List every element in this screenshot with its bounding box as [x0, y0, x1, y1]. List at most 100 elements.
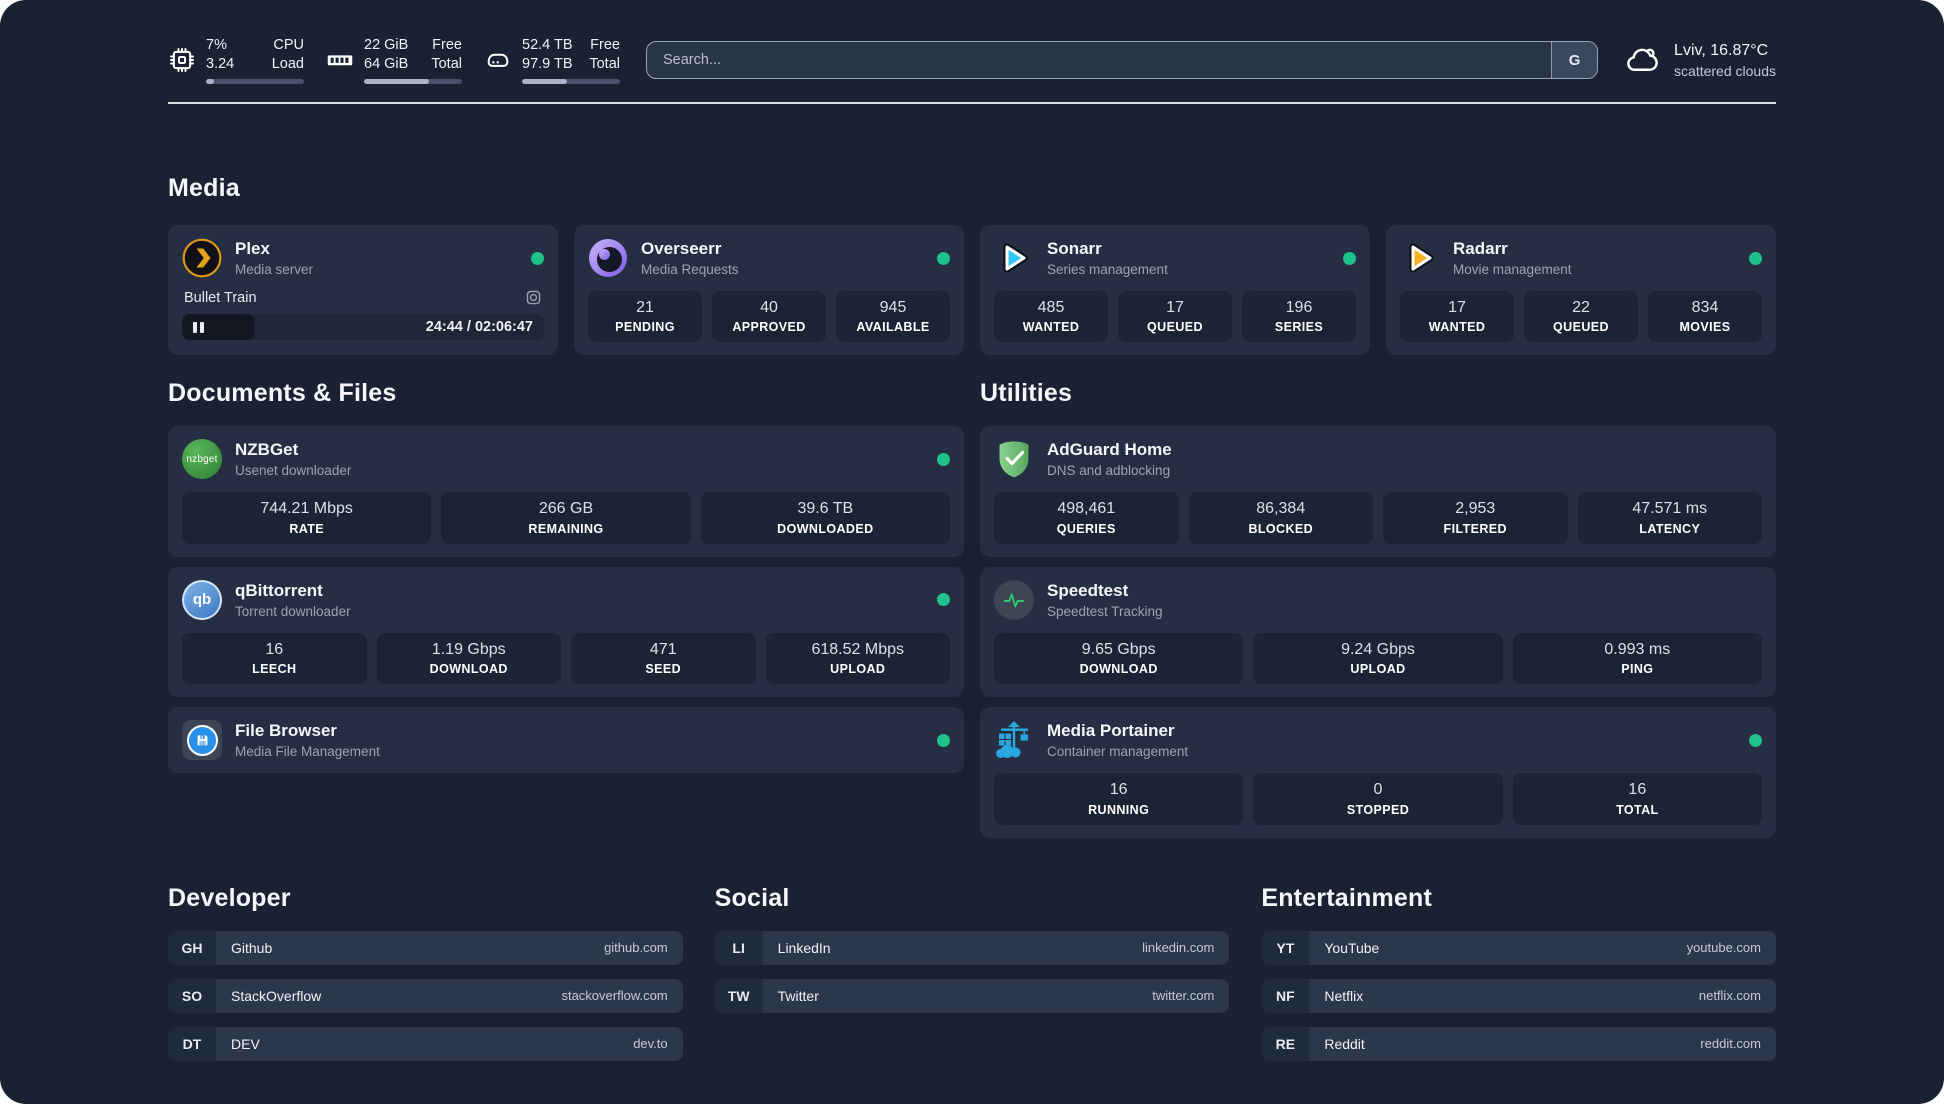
app-subtitle: Media server: [235, 262, 314, 277]
status-dot: [937, 733, 950, 747]
cpu-values: 7% 3.24: [206, 36, 235, 72]
app-title: NZBGet: [235, 440, 299, 460]
status-dot: [1749, 251, 1762, 265]
section-title-entertainment: Entertainment: [1261, 883, 1433, 912]
bookmark-twitter[interactable]: TW Twitter twitter.com: [714, 978, 1230, 1013]
stat-tile: 0 STOPPED: [1253, 773, 1503, 825]
bookmark-dev[interactable]: DT DEV dev.to: [168, 1026, 683, 1061]
qbittorrent-icon: qb: [182, 579, 222, 620]
bookmark-reddit[interactable]: RE Reddit reddit.com: [1261, 1026, 1776, 1061]
ram-icon: [327, 55, 353, 66]
stat-tile: 945 AVAILABLE: [836, 291, 950, 343]
section-title-media: Media: [168, 174, 240, 202]
speedtest-card[interactable]: Speedtest Speedtest Tracking 9.65 Gbps DO…: [980, 566, 1776, 698]
storage-progress-bar: [522, 79, 620, 85]
bookmark-url: netflix.com: [1698, 988, 1761, 1004]
stat-tile: 196 SERIES: [1242, 291, 1356, 343]
filebrowser-card[interactable]: File Browser Media File Management: [168, 707, 964, 774]
status-dot: [937, 593, 950, 607]
weather-widget: Lviv, 16.87°C scattered clouds: [1624, 42, 1776, 79]
search-engine-button[interactable]: G: [1551, 42, 1598, 78]
cpu-labels: CPU Load: [271, 36, 304, 72]
section-media: Media Plex Media server Bullet Train 24:…: [168, 174, 1776, 356]
stat-tile: 9.65 Gbps DOWNLOAD: [994, 632, 1244, 685]
memory-stat: 22 GiB 64 GiB Free Total: [326, 36, 462, 85]
stat-tile: 16 TOTAL: [1512, 773, 1762, 825]
bookmark-name: Netflix: [1324, 987, 1364, 1004]
bookmark-name: Twitter: [777, 987, 819, 1004]
app-subtitle: Container management: [1047, 744, 1189, 760]
section-developer: Developer GH Github github.com SO StackOv…: [168, 884, 683, 1075]
stat-tile: 1.19 Gbps DOWNLOAD: [376, 632, 561, 685]
app-title: Media Portainer: [1047, 721, 1175, 741]
bookmark-url: github.com: [604, 940, 668, 956]
bookmark-url: linkedin.com: [1142, 940, 1215, 956]
bookmark-stackoverflow[interactable]: SO StackOverflow stackoverflow.com: [168, 978, 683, 1013]
app-title: Overseerr: [641, 239, 722, 258]
bookmark-netflix[interactable]: NF Netflix netflix.com: [1261, 978, 1776, 1013]
app-subtitle: Torrent downloader: [235, 603, 351, 619]
app-title: Sonarr: [1047, 239, 1102, 258]
portainer-icon: [994, 720, 1034, 760]
bookmark-url: twitter.com: [1152, 988, 1215, 1004]
cpu-chip-icon: [170, 48, 194, 72]
bookmark-name: StackOverflow: [231, 987, 322, 1004]
bookmark-linkedin[interactable]: LI LinkedIn linkedin.com: [714, 930, 1230, 965]
status-dot: [1343, 251, 1356, 265]
speedtest-icon: [994, 579, 1034, 620]
weather-condition: scattered clouds: [1674, 62, 1776, 79]
qbittorrent-card[interactable]: qb qBittorrent Torrent downloader 16 LEEC…: [168, 566, 964, 698]
search-bar: G: [646, 41, 1599, 79]
adguard-icon: [994, 439, 1034, 479]
memory-progress-bar: [364, 79, 462, 85]
stat-tile: 40 APPROVED: [712, 291, 826, 343]
bookmark-name: Github: [231, 939, 273, 956]
playback-time: 24:44 / 02:06:47: [425, 319, 533, 335]
app-title: Plex: [235, 239, 270, 258]
search-input[interactable]: [647, 42, 1552, 78]
stat-tile: 744.21 Mbps RATE: [182, 492, 432, 544]
bookmark-url: dev.to: [633, 1036, 668, 1052]
storage-labels: Free Total: [589, 36, 620, 72]
nzbget-card[interactable]: nzbget NZBGet Usenet downloader 744.21 M…: [168, 426, 964, 557]
app-subtitle: Media Requests: [641, 262, 739, 277]
status-dot: [937, 251, 950, 265]
status-dot: [531, 251, 544, 265]
app-title: Speedtest: [1047, 580, 1129, 600]
bookmark-abbr: NF: [1261, 978, 1310, 1013]
adguard-card[interactable]: AdGuard Home DNS and adblocking 498,461 Q…: [980, 426, 1776, 557]
portainer-card[interactable]: Media Portainer Container management 16 R…: [980, 707, 1776, 838]
sonarr-card[interactable]: Sonarr Series management 485 WANTED 17 QUE…: [980, 225, 1370, 356]
bookmark-abbr: YT: [1261, 930, 1310, 965]
bookmark-abbr: GH: [168, 930, 216, 965]
app-subtitle: Media File Management: [235, 744, 380, 760]
stat-tile: 834 MOVIES: [1648, 291, 1762, 343]
section-title-social: Social: [714, 883, 790, 912]
bookmark-name: Reddit: [1324, 1035, 1365, 1052]
bookmark-name: YouTube: [1324, 939, 1380, 956]
radarr-card[interactable]: Radarr Movie management 17 WANTED 22 QUEUE…: [1386, 225, 1776, 356]
bookmark-youtube[interactable]: YT YouTube youtube.com: [1261, 930, 1776, 965]
app-title: qBittorrent: [235, 580, 323, 600]
app-title: File Browser: [235, 721, 338, 741]
header-divider: [168, 102, 1776, 104]
stat-tile: 0.993 ms PING: [1512, 632, 1762, 685]
weather-location-temp: Lviv, 16.87°C: [1674, 41, 1769, 59]
cloud-icon: [1627, 48, 1658, 71]
filebrowser-icon: [182, 720, 222, 761]
stat-tile: 471 SEED: [571, 632, 756, 685]
bookmark-abbr: DT: [168, 1026, 216, 1061]
app-subtitle: Series management: [1047, 262, 1168, 277]
dashboard: 7% 3.24 CPU Load 22 GiB 64 GiB Free Tota…: [0, 0, 1944, 1104]
stat-tile: 266 GB REMAINING: [441, 492, 691, 544]
bookmark-abbr: LI: [714, 930, 763, 965]
stat-tile: 2,953 FILTERED: [1383, 492, 1568, 544]
plex-card[interactable]: Plex Media server Bullet Train 24:44 / 0…: [168, 225, 558, 356]
stat-tile: 47.571 ms LATENCY: [1577, 492, 1762, 544]
stat-tile: 17 WANTED: [1400, 291, 1514, 343]
bookmark-abbr: TW: [714, 978, 763, 1013]
bookmark-github[interactable]: GH Github github.com: [168, 930, 683, 965]
section-social: Social LI LinkedIn linkedin.com TW Twitte…: [714, 883, 1230, 1075]
overseerr-card[interactable]: Overseerr Media Requests 21 PENDING 40 APP…: [574, 225, 964, 356]
storage-stat: 52.4 TB 97.9 TB Free Total: [484, 36, 620, 85]
